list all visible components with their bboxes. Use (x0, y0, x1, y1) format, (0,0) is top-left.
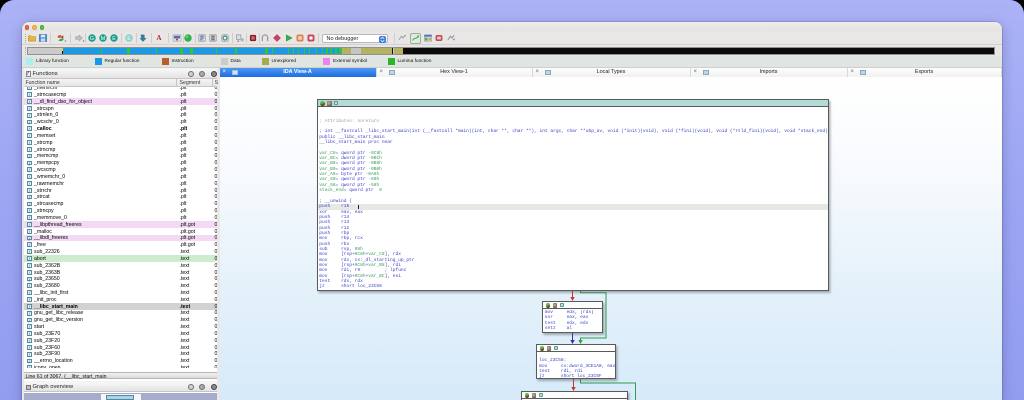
svg-text:G: G (90, 36, 94, 42)
svg-text:E: E (112, 36, 116, 42)
svg-text:M: M (101, 36, 105, 42)
svg-text:E: E (127, 36, 131, 42)
svg-text:A: A (156, 35, 162, 43)
